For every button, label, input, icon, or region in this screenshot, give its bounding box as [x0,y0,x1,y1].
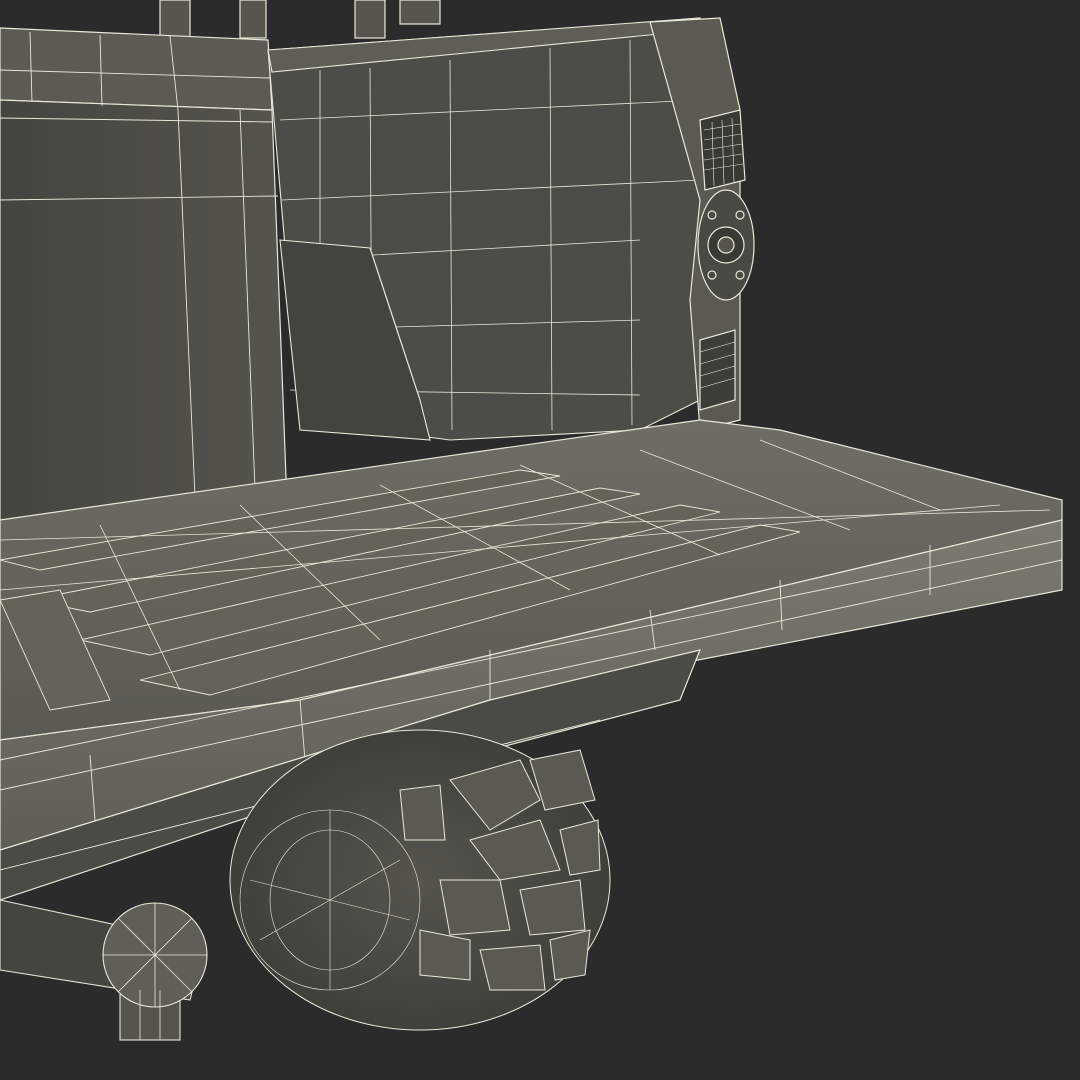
tire [229,729,611,1031]
bed-front-wall [267,17,701,441]
wireframe-truck-bed-render [0,0,1080,1080]
toolbox [0,27,289,561]
render-viewport [0,0,1080,1080]
